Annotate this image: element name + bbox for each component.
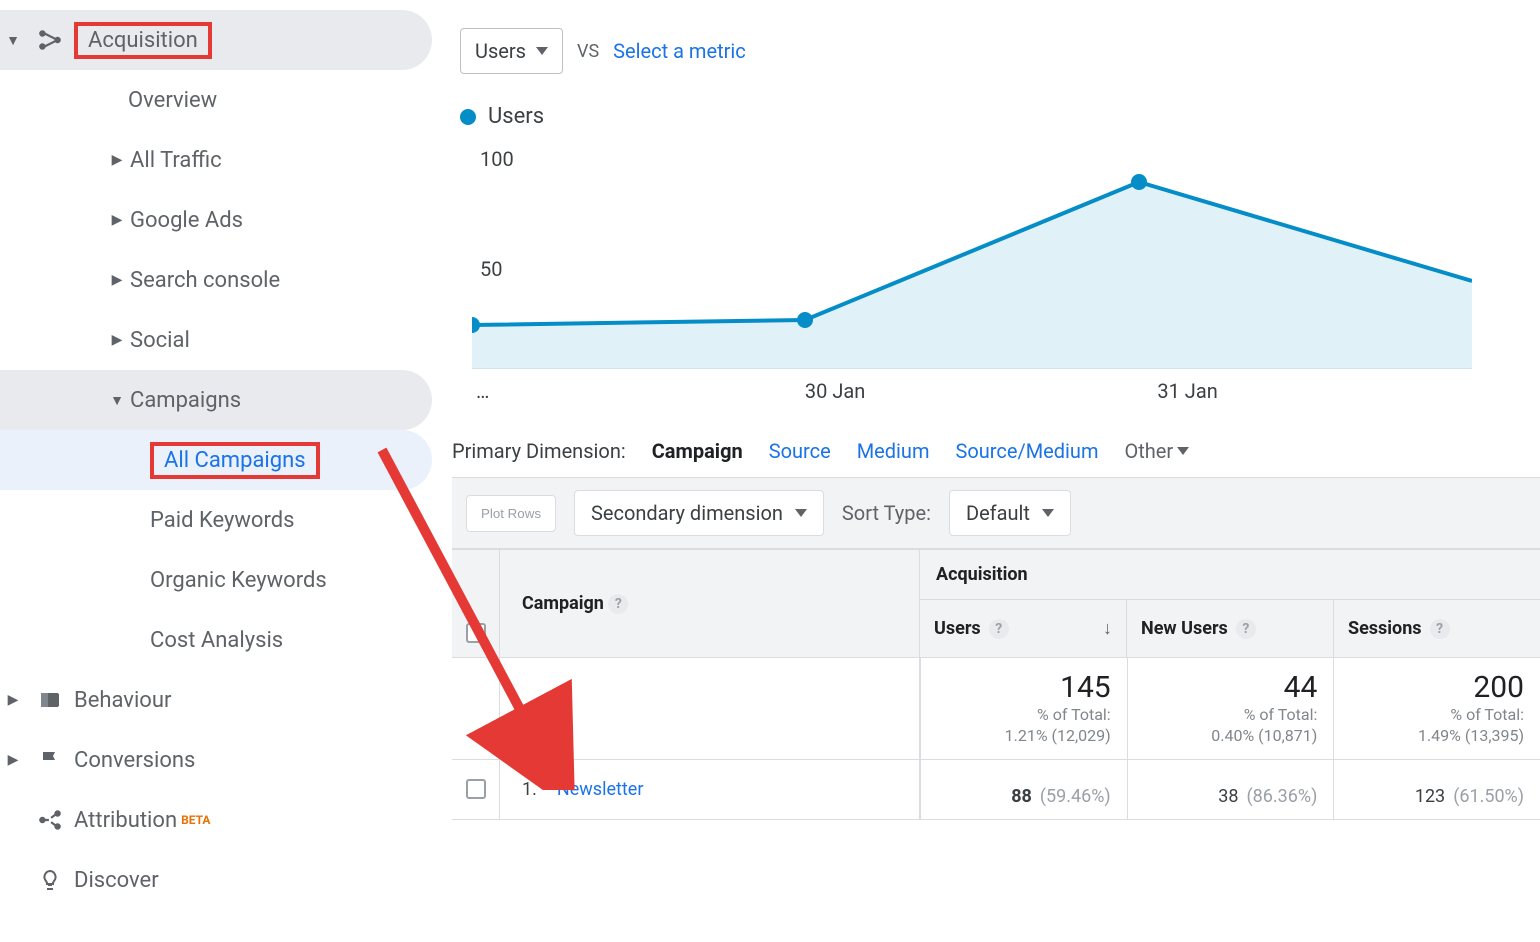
chevron-right-icon: ▶: [104, 152, 130, 168]
chevron-down-icon: [1042, 509, 1054, 517]
sort-type-dropdown[interactable]: Default: [949, 490, 1071, 536]
lightbulb-icon: [26, 868, 74, 892]
chart: Users 100 50 … 30 Jan 31 Jan: [460, 104, 1540, 399]
table-totals-row: 145 % of Total: 1.21% (12,029) 44 % of T…: [452, 658, 1540, 760]
chevron-down-icon: [1177, 447, 1189, 455]
chart-plot: [472, 149, 1472, 369]
beta-badge: BETA: [181, 813, 210, 827]
chevron-right-icon: ▶: [104, 212, 130, 228]
metric-selector-row: Users VS Select a metric: [460, 28, 1540, 74]
sidebar: ▼ Acquisition Overview ▶ All Traffic ▶ G…: [0, 0, 432, 942]
nav-paid-keywords[interactable]: Paid Keywords: [0, 490, 432, 550]
help-icon[interactable]: ?: [989, 619, 1009, 639]
attribution-icon: [26, 807, 74, 833]
help-icon[interactable]: ?: [1236, 619, 1256, 639]
nav-overview[interactable]: Overview: [0, 70, 432, 130]
nav-attribution[interactable]: Attribution BETA: [0, 790, 432, 850]
chevron-right-icon: ▶: [104, 332, 130, 348]
primary-metric-dropdown[interactable]: Users: [460, 28, 563, 74]
nav-discover[interactable]: Discover: [0, 850, 432, 910]
nav-acquisition-label: Acquisition: [88, 28, 198, 53]
col-campaign[interactable]: Campaign ?: [500, 550, 920, 657]
col-sessions[interactable]: Sessions ?: [1333, 600, 1540, 657]
nav-cost-analysis[interactable]: Cost Analysis: [0, 610, 432, 670]
nav-acquisition[interactable]: ▼ Acquisition: [0, 10, 432, 70]
help-icon[interactable]: ?: [1430, 619, 1450, 639]
chevron-down-icon: [536, 47, 548, 55]
help-icon[interactable]: ?: [608, 594, 628, 614]
col-new-users[interactable]: New Users ?: [1126, 600, 1333, 657]
col-group-acquisition: Acquisition: [920, 550, 1540, 600]
select-metric-link[interactable]: Select a metric: [613, 39, 746, 63]
nav-search-console[interactable]: ▶ Search console: [0, 250, 432, 310]
chevron-down-icon: [795, 509, 807, 517]
flag-icon: [26, 748, 74, 772]
dimension-campaign[interactable]: Campaign: [652, 439, 743, 463]
nav-all-traffic[interactable]: ▶ All Traffic: [0, 130, 432, 190]
row-checkbox[interactable]: [452, 760, 500, 819]
behaviour-icon: [26, 688, 74, 712]
acquisition-icon: [26, 27, 74, 53]
select-all-checkbox[interactable]: [452, 550, 500, 657]
nav-behaviour[interactable]: ▶ Behaviour: [0, 670, 432, 730]
table-row[interactable]: 1. Newsletter 88 (59.46%) 38 (86.36%) 12…: [452, 760, 1540, 820]
chevron-right-icon: ▶: [104, 272, 130, 288]
nav-organic-keywords[interactable]: Organic Keywords: [0, 550, 432, 610]
dimension-source-medium[interactable]: Source/Medium: [955, 439, 1098, 463]
plot-rows-button[interactable]: Plot Rows: [466, 495, 556, 532]
campaign-link[interactable]: Newsletter: [557, 779, 644, 800]
sort-desc-icon: ↓: [1103, 618, 1112, 639]
dimension-source[interactable]: Source: [769, 439, 831, 463]
nav-social[interactable]: ▶ Social: [0, 310, 432, 370]
vs-label: VS: [577, 41, 599, 62]
nav-google-ads[interactable]: ▶ Google Ads: [0, 190, 432, 250]
legend-dot-icon: [460, 109, 476, 125]
col-users[interactable]: Users ? ↓: [920, 600, 1126, 657]
chevron-down-icon: ▼: [0, 32, 26, 49]
data-table: Campaign ? Acquisition Users ? ↓ New Use…: [452, 549, 1540, 820]
nav-all-campaigns[interactable]: All Campaigns: [0, 430, 432, 490]
dimension-other[interactable]: Other: [1124, 439, 1189, 463]
table-header: Campaign ? Acquisition Users ? ↓ New Use…: [452, 550, 1540, 658]
dimension-medium[interactable]: Medium: [857, 439, 930, 463]
chart-legend: Users: [460, 104, 1540, 129]
chevron-right-icon: ▶: [0, 692, 26, 708]
chevron-down-icon: ▼: [104, 392, 130, 409]
table-controls: Plot Rows Secondary dimension Sort Type:…: [452, 477, 1540, 549]
nav-conversions[interactable]: ▶ Conversions: [0, 730, 432, 790]
primary-dimension-row: Primary Dimension: Campaign Source Mediu…: [452, 439, 1540, 463]
nav-campaigns[interactable]: ▼ Campaigns: [0, 370, 432, 430]
chevron-right-icon: ▶: [0, 752, 26, 768]
secondary-dimension-dropdown[interactable]: Secondary dimension: [574, 490, 824, 536]
main-content: Users VS Select a metric Users 100 50: [432, 0, 1540, 942]
